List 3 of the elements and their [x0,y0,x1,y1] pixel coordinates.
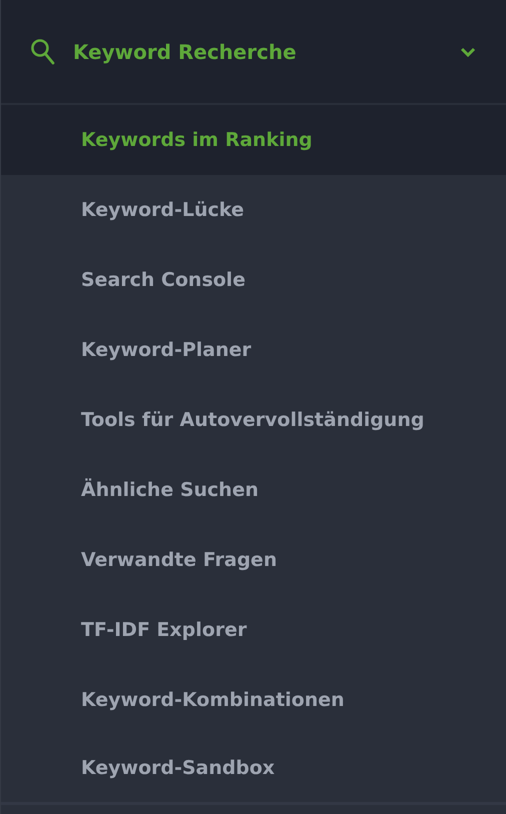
section-header[interactable]: Keyword Recherche [1,0,506,105]
menu-item[interactable]: Keywords im Ranking [1,105,506,175]
search-icon [31,38,55,64]
